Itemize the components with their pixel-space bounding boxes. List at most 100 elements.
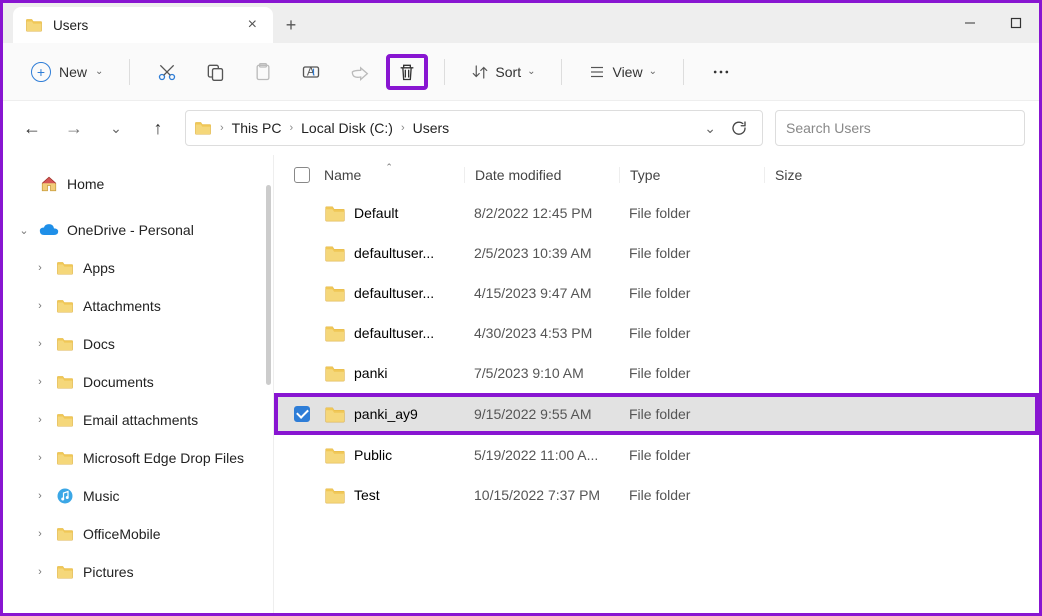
file-type: File folder [619,205,764,221]
chevron-right-icon[interactable]: › [33,376,47,388]
sidebar-item-folder[interactable]: › OfficeMobile [3,515,273,553]
row-checkbox[interactable] [294,285,324,301]
tab-users[interactable]: Users × [13,7,273,43]
chevron-down-icon[interactable]: ⌄ [17,224,31,237]
more-button[interactable] [700,54,742,90]
cloud-icon [39,223,59,237]
chevron-right-icon[interactable]: › [33,338,47,350]
sidebar-item-folder[interactable]: › Documents [3,363,273,401]
home-icon [39,175,59,193]
minimize-button[interactable] [947,7,993,39]
new-label: New [59,64,87,80]
new-button[interactable]: + New ⌄ [21,56,113,88]
search-box[interactable] [775,110,1025,146]
table-row[interactable]: defaultuser... 4/15/2023 9:47 AM File fo… [274,273,1039,313]
folder-icon [324,487,346,504]
row-checkbox[interactable] [294,325,324,341]
ellipsis-icon [711,62,731,82]
toolbar: + New ⌄ A Sort ⌄ Vie [3,43,1039,101]
chevron-right-icon[interactable]: › [33,490,47,502]
refresh-icon[interactable] [730,119,748,137]
breadcrumb[interactable]: › This PC › Local Disk (C:) › Users ⌄ [185,110,763,146]
select-all-checkbox[interactable] [294,167,324,183]
crumb-this-pc[interactable]: This PC [232,120,282,136]
sidebar-item-onedrive[interactable]: ⌄ OneDrive - Personal [3,211,273,249]
column-header-type[interactable]: Type [619,167,764,183]
file-list: Name ⌃ Date modified Type Size Default 8… [274,155,1039,613]
crumb-local-disk[interactable]: Local Disk (C:) [301,120,393,136]
cut-button[interactable] [146,54,188,90]
maximize-button[interactable] [993,7,1039,39]
recent-button[interactable]: ⌄ [101,113,131,143]
chevron-right-icon: › [220,122,224,134]
chevron-right-icon[interactable]: › [33,528,47,540]
share-button[interactable] [338,54,380,90]
table-row[interactable]: panki_ay9 9/15/2022 9:55 AM File folder [274,393,1039,435]
file-name: Test [354,487,380,503]
sidebar-item-folder[interactable]: › Pictures [3,553,273,591]
scrollbar-thumb[interactable] [266,185,271,385]
chevron-right-icon[interactable]: › [33,300,47,312]
crumb-users[interactable]: Users [413,120,450,136]
clipboard-icon [253,62,273,82]
row-checkbox[interactable] [294,406,324,422]
up-button[interactable]: ↑ [143,113,173,143]
file-date: 4/30/2023 4:53 PM [464,325,619,341]
chevron-right-icon[interactable]: › [33,566,47,578]
column-header-name[interactable]: Name ⌃ [324,167,464,183]
sidebar-item-folder[interactable]: › Attachments [3,287,273,325]
file-date: 9/15/2022 9:55 AM [464,406,619,422]
folder-icon [56,299,74,313]
sort-button[interactable]: Sort ⌄ [461,57,545,87]
file-explorer-window: Users × + + New ⌄ A [0,0,1042,616]
table-row[interactable]: Public 5/19/2022 11:00 A... File folder [274,435,1039,475]
sidebar-item-folder[interactable]: › Email attachments [3,401,273,439]
delete-button[interactable] [386,54,428,90]
folder-icon [324,205,346,222]
column-header-date[interactable]: Date modified [464,167,619,183]
table-row[interactable]: Test 10/15/2022 7:37 PM File folder [274,475,1039,515]
folder-icon [324,245,346,262]
sidebar-item-label: Documents [83,374,154,390]
close-tab-icon[interactable]: × [244,16,261,34]
sidebar: › Home ⌄ OneDrive - Personal › Apps › At… [3,155,273,613]
chevron-down-icon[interactable]: ⌄ [704,120,716,137]
table-row[interactable]: defaultuser... 4/30/2023 4:53 PM File fo… [274,313,1039,353]
sidebar-item-folder[interactable]: › Docs [3,325,273,363]
tab-title: Users [53,18,234,33]
row-checkbox[interactable] [294,487,324,503]
sidebar-item-folder[interactable]: › Microsoft Edge Drop Files [3,439,273,477]
chevron-right-icon[interactable]: › [33,414,47,426]
row-checkbox[interactable] [294,245,324,261]
sidebar-item-folder[interactable]: › Music [3,477,273,515]
row-checkbox[interactable] [294,447,324,463]
row-checkbox[interactable] [294,205,324,221]
back-button[interactable]: ← [17,113,47,143]
sidebar-item-home[interactable]: › Home [3,165,273,203]
new-tab-button[interactable]: + [273,7,309,43]
table-row[interactable]: panki 7/5/2023 9:10 AM File folder [274,353,1039,393]
copy-button[interactable] [194,54,236,90]
chevron-right-icon[interactable]: › [33,452,47,464]
chevron-right-icon[interactable]: › [33,262,47,274]
sidebar-item-folder[interactable]: › Apps [3,249,273,287]
music-icon [56,487,74,505]
sort-asc-icon: ⌃ [385,162,393,173]
column-header-size[interactable]: Size [764,167,1039,183]
row-checkbox[interactable] [294,365,324,381]
table-row[interactable]: Default 8/2/2022 12:45 PM File folder [274,193,1039,233]
forward-button[interactable]: → [59,113,89,143]
folder-icon [25,18,43,32]
table-row[interactable]: defaultuser... 2/5/2023 10:39 AM File fo… [274,233,1039,273]
paste-button[interactable] [242,54,284,90]
rename-button[interactable]: A [290,54,332,90]
file-date: 5/19/2022 11:00 A... [464,447,619,463]
sidebar-item-label: OfficeMobile [83,526,161,542]
sidebar-item-label: Home [67,176,104,192]
view-button[interactable]: View ⌄ [578,57,666,87]
search-input[interactable] [786,120,1014,136]
sidebar-item-label: Pictures [83,564,134,580]
folder-icon [324,447,346,464]
file-date: 7/5/2023 9:10 AM [464,365,619,381]
share-icon [349,62,369,82]
